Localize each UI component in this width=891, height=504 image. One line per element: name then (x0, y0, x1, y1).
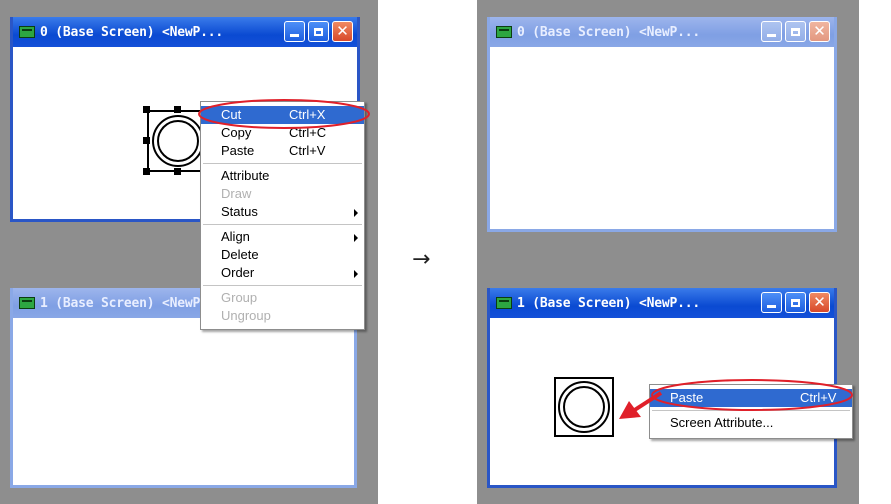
menu-item-label: Status (221, 204, 258, 219)
selection-handle[interactable] (143, 168, 150, 175)
close-button[interactable]: ✕ (809, 292, 830, 313)
close-button[interactable]: ✕ (809, 21, 830, 42)
menu-item-attribute[interactable]: Attribute (201, 167, 364, 185)
menu-item-draw: Draw (201, 185, 364, 203)
right-panel: 0 (Base Screen) <NewP... ✕ 1 (Base Scree… (477, 0, 859, 504)
transition-arrow: → (412, 247, 431, 272)
selection-handle[interactable] (143, 137, 150, 144)
menu-item-label: Group (221, 290, 258, 305)
menu-item-group: Group (201, 289, 364, 307)
menu-item-paste[interactable]: Paste Ctrl+V (201, 142, 364, 160)
maximize-button[interactable] (308, 21, 329, 42)
minimize-icon (290, 34, 299, 37)
window-title: 1 (Base Screen) <NewP... (517, 295, 701, 311)
minimize-icon (767, 34, 776, 37)
window-title: 0 (Base Screen) <NewP... (40, 24, 224, 40)
menu-item-label: Screen Attribute... (670, 415, 774, 430)
menu-item-delete[interactable]: Delete (201, 246, 364, 264)
screen-icon (19, 26, 35, 38)
title-bar[interactable]: 0 (Base Screen) <NewP... ✕ (490, 17, 834, 47)
menu-item-label: Attribute (221, 168, 270, 183)
shortcut-label: Ctrl+V (289, 143, 326, 158)
title-bar[interactable]: 0 (Base Screen) <NewP... ✕ (13, 17, 357, 47)
screen-canvas[interactable] (490, 47, 834, 229)
maximize-icon (791, 27, 800, 36)
submenu-arrow-icon (354, 234, 358, 242)
maximize-button[interactable] (785, 292, 806, 313)
title-bar[interactable]: 1 (Base Screen) <NewP... ✕ (490, 288, 834, 318)
close-icon: ✕ (336, 22, 349, 40)
selection-handle[interactable] (174, 168, 181, 175)
menu-item-label: Order (221, 265, 255, 280)
menu-item-screen-attribute[interactable]: Screen Attribute... (650, 414, 852, 432)
screen-icon (19, 297, 35, 309)
screen-icon (496, 297, 512, 309)
highlight-oval (651, 379, 853, 411)
screen-icon (496, 26, 512, 38)
minimize-icon (767, 305, 776, 308)
left-panel: 1 (Base Screen) <NewP... 0 (Base Screen)… (0, 0, 378, 504)
menu-item-align[interactable]: Align (201, 228, 364, 246)
screen-canvas[interactable] (13, 318, 354, 485)
minimize-button[interactable] (761, 21, 782, 42)
maximize-icon (314, 27, 323, 36)
menu-item-order[interactable]: Order (201, 264, 364, 282)
window-title: 0 (Base Screen) <NewP... (517, 24, 701, 40)
menu-item-status[interactable]: Status (201, 203, 364, 221)
close-button[interactable]: ✕ (332, 21, 353, 42)
menu-separator (203, 163, 362, 164)
menu-item-label: Draw (221, 186, 252, 201)
menu-separator (203, 285, 362, 286)
minimize-button[interactable] (761, 292, 782, 313)
menu-item-label: Align (221, 229, 250, 244)
menu-item-ungroup: Ungroup (201, 307, 364, 325)
submenu-arrow-icon (354, 209, 358, 217)
menu-separator (203, 224, 362, 225)
close-icon: ✕ (813, 22, 826, 40)
maximize-button[interactable] (785, 21, 806, 42)
pasted-lamp-shape[interactable] (551, 374, 617, 440)
base-screen-0-window[interactable]: 0 (Base Screen) <NewP... ✕ (487, 17, 837, 232)
minimize-button[interactable] (284, 21, 305, 42)
menu-item-label: Ungroup (221, 308, 271, 323)
submenu-arrow-icon (354, 270, 358, 278)
menu-item-label: Paste (221, 143, 255, 158)
selection-handle[interactable] (143, 106, 150, 113)
menu-item-label: Delete (221, 247, 259, 262)
selection-handle[interactable] (174, 106, 181, 113)
window-title: 1 (Base Screen) <NewP... (40, 295, 224, 311)
context-menu: Cut Ctrl+X Copy Ctrl+C Paste Ctrl+V Attr… (200, 101, 365, 330)
highlight-oval (198, 99, 370, 129)
pointer-arrow (619, 391, 663, 419)
close-icon: ✕ (813, 293, 826, 311)
maximize-icon (791, 298, 800, 307)
